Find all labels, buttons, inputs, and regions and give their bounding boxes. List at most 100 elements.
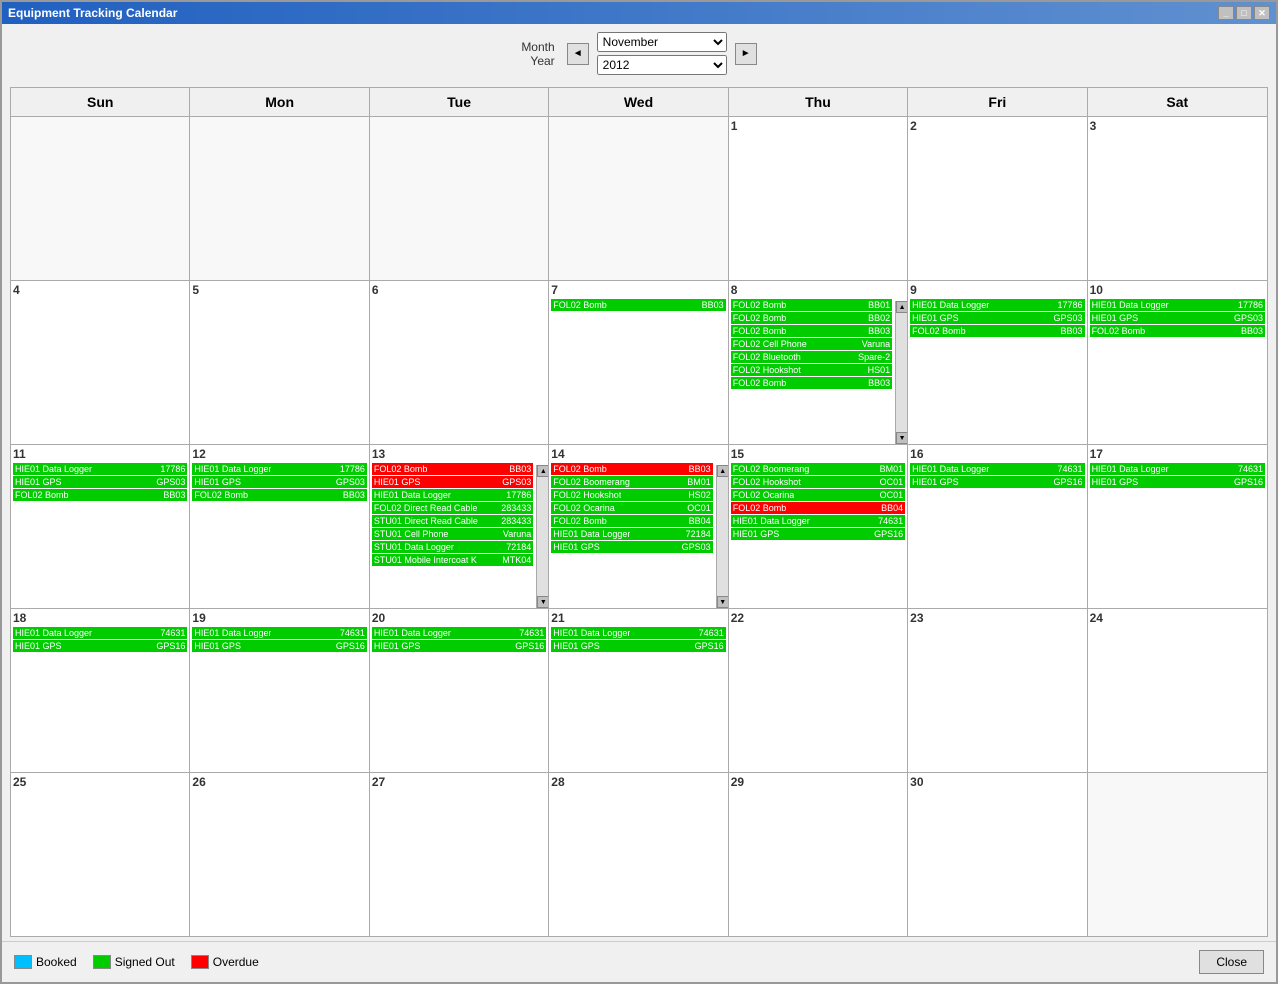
day-cell-6: 6: [370, 281, 549, 444]
event: FOL02 Hookshot HS01: [731, 364, 892, 376]
day-cell-21: 21 HIE01 Data Logger 74631 HIE01 GPS GPS…: [549, 609, 728, 772]
event: FOL02 Boomerang BM01: [731, 463, 905, 475]
event: FOL02 Bomb BB03: [1090, 325, 1265, 337]
week-row-3: 11 HIE01 Data Logger 17786 HIE01 GPS GPS…: [11, 445, 1267, 609]
day-number: 17: [1090, 447, 1265, 461]
event: FOL02 Bomb BB01: [731, 299, 892, 311]
day-cell-empty: [370, 117, 549, 280]
day-cell-23: 23: [908, 609, 1087, 772]
calendar-grid: 1 2 3 4 5: [11, 117, 1267, 936]
event: STU01 Direct Read Cable 283433: [372, 515, 533, 527]
event: HIE01 Data Logger 17786: [910, 299, 1084, 311]
next-button[interactable]: ►: [735, 43, 757, 65]
event: HIE01 Data Logger 17786: [13, 463, 187, 475]
scroll-up[interactable]: ▲: [717, 465, 729, 477]
day-cell-11: 11 HIE01 Data Logger 17786 HIE01 GPS GPS…: [11, 445, 190, 608]
year-select[interactable]: 201020112012 20132014: [597, 55, 727, 75]
prev-button[interactable]: ◄: [567, 43, 589, 65]
day-number: 28: [551, 775, 725, 789]
event: HIE01 GPS GPS03: [551, 541, 712, 553]
booked-label: Booked: [36, 955, 77, 969]
signed-out-label: Signed Out: [115, 955, 175, 969]
scroll-down[interactable]: ▼: [896, 432, 908, 444]
day-number: 12: [192, 447, 366, 461]
day-number: 2: [910, 119, 1084, 133]
scroll-down[interactable]: ▼: [537, 596, 549, 608]
day-cell-27: 27: [370, 773, 549, 936]
header-sun: Sun: [11, 88, 190, 117]
legend: Booked Signed Out Overdue: [14, 955, 259, 969]
day-number: 6: [372, 283, 546, 297]
day-number: 7: [551, 283, 725, 297]
event: HIE01 GPS GPS16: [192, 640, 366, 652]
event: HIE01 Data Logger 74631: [1090, 463, 1265, 475]
day-number: 20: [372, 611, 546, 625]
day-cell-28: 28: [549, 773, 728, 936]
event: HIE01 GPS GPS16: [731, 528, 905, 540]
event: FOL02 Bomb BB03: [731, 377, 892, 389]
event: HIE01 GPS GPS16: [910, 476, 1084, 488]
day-number: 23: [910, 611, 1084, 625]
day-number: 13: [372, 447, 546, 461]
day-cell-1: 1: [729, 117, 908, 280]
event: FOL02 Bomb BB04: [731, 502, 905, 514]
day-number: 3: [1090, 119, 1265, 133]
day-number: 22: [731, 611, 905, 625]
event: FOL02 Boomerang BM01: [551, 476, 712, 488]
close-button[interactable]: Close: [1199, 950, 1264, 974]
scroll-up[interactable]: ▲: [537, 465, 549, 477]
scroll-indicator: ▲ ▼: [536, 465, 548, 608]
day-cell-7: 7 FOL02 Bomb BB03: [549, 281, 728, 444]
day-cell-8: 8 FOL02 Bomb BB01 FOL02 Bomb BB02: [729, 281, 908, 444]
week-row-2: 4 5 6 7 FOL02 Bomb BB03: [11, 281, 1267, 445]
day-cell-25: 25: [11, 773, 190, 936]
minimize-button[interactable]: _: [1218, 6, 1234, 20]
title-bar-buttons: _ □ ✕: [1218, 6, 1270, 20]
legend-signed-out: Signed Out: [93, 955, 175, 969]
legend-booked: Booked: [14, 955, 77, 969]
event: FOL02 Bomb BB02: [731, 312, 892, 324]
day-number: 26: [192, 775, 366, 789]
day-cell-13: 13 FOL02 Bomb BB03 HIE01 GPS GPS03: [370, 445, 549, 608]
day-number: 29: [731, 775, 905, 789]
scroll-up[interactable]: ▲: [896, 301, 908, 313]
toolbar: Month Year ◄ JanuaryFebruaryMarch AprilM…: [2, 24, 1276, 83]
day-cell-empty: [549, 117, 728, 280]
header-mon: Mon: [190, 88, 369, 117]
footer: Booked Signed Out Overdue Close: [2, 941, 1276, 982]
event: FOL02 Bomb BB03: [372, 463, 533, 475]
event: HIE01 GPS GPS16: [13, 640, 187, 652]
event: HIE01 GPS GPS03: [910, 312, 1084, 324]
month-year-label: Month Year: [521, 40, 554, 68]
event: HIE01 Data Logger 72184: [551, 528, 712, 540]
week-row-4: 18 HIE01 Data Logger 74631 HIE01 GPS GPS…: [11, 609, 1267, 773]
maximize-button[interactable]: □: [1236, 6, 1252, 20]
event: HIE01 Data Logger 74631: [731, 515, 905, 527]
month-select[interactable]: JanuaryFebruaryMarch AprilMayJune JulyAu…: [597, 32, 727, 52]
event: FOL02 Bomb BB03: [910, 325, 1084, 337]
close-window-button[interactable]: ✕: [1254, 6, 1270, 20]
day-number: 5: [192, 283, 366, 297]
legend-overdue: Overdue: [191, 955, 259, 969]
event: FOL02 Bluetooth Spare-2: [731, 351, 892, 363]
event: FOL02 Bomb BB03: [551, 299, 725, 311]
day-cell-26: 26: [190, 773, 369, 936]
signed-out-color-box: [93, 955, 111, 969]
day-cell-3: 3: [1088, 117, 1267, 280]
header-thu: Thu: [729, 88, 908, 117]
day-cell-4: 4: [11, 281, 190, 444]
day-cell-19: 19 HIE01 Data Logger 74631 HIE01 GPS GPS…: [190, 609, 369, 772]
app-title: Equipment Tracking Calendar: [8, 6, 177, 20]
event: HIE01 GPS GPS16: [372, 640, 546, 652]
header-fri: Fri: [908, 88, 1087, 117]
day-cell-24: 24: [1088, 609, 1267, 772]
day-cell-5: 5: [190, 281, 369, 444]
event: FOL02 Bomb BB03: [192, 489, 366, 501]
main-window: Equipment Tracking Calendar _ □ ✕ Month …: [0, 0, 1278, 984]
event: HIE01 GPS GPS16: [551, 640, 725, 652]
day-cell-17: 17 HIE01 Data Logger 74631 HIE01 GPS GPS…: [1088, 445, 1267, 608]
scroll-down[interactable]: ▼: [717, 596, 729, 608]
month-label: Month: [521, 40, 554, 54]
day-cell-14: 14 FOL02 Bomb BB03 FOL02 Boomerang BM01: [549, 445, 728, 608]
event: HIE01 Data Logger 17786: [192, 463, 366, 475]
